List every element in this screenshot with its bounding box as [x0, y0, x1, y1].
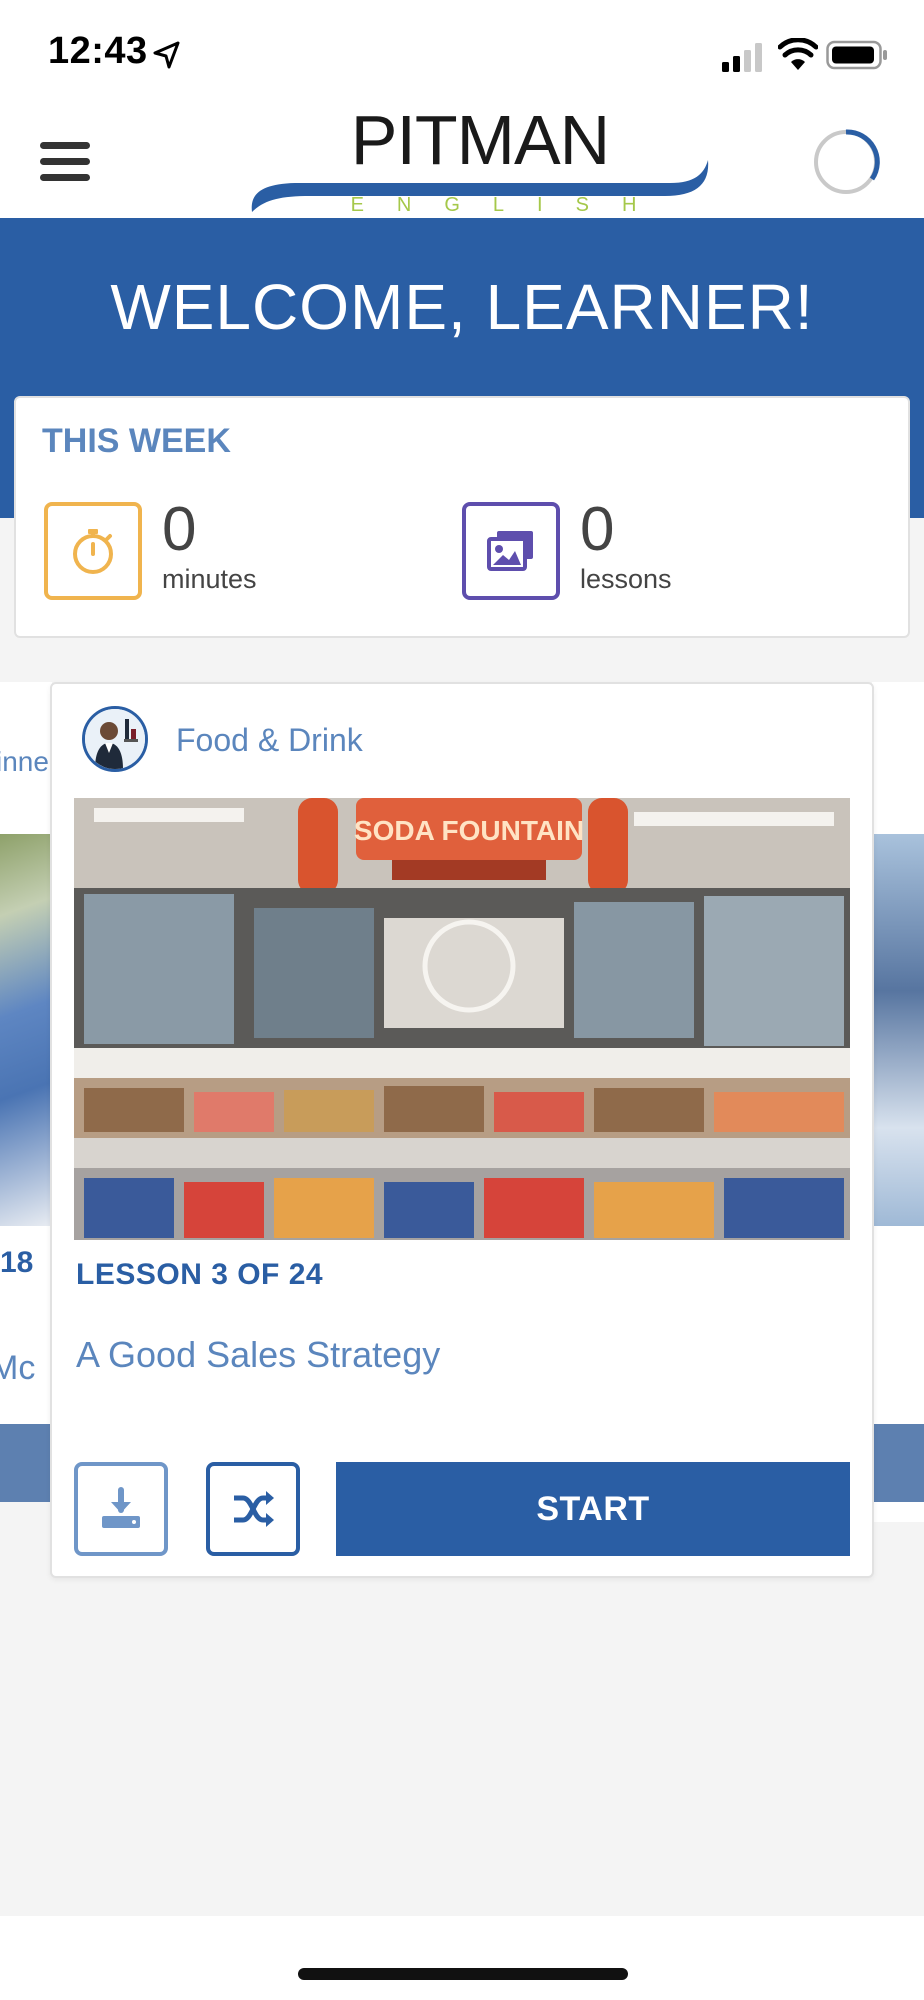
- soda-fountain-sign: SODA FOUNTAIN: [354, 815, 584, 846]
- lesson-card[interactable]: Food & Drink SODA FOUNTAIN LESSON 3 OF 2…: [50, 682, 874, 1578]
- prev-card-category: inne: [0, 746, 49, 777]
- logo-subtitle: ENGLISH: [350, 194, 670, 216]
- images-icon: [487, 531, 533, 571]
- lesson-title[interactable]: A Good Sales Strategy: [76, 1334, 440, 1376]
- bottom-safe-area: [0, 1916, 924, 2000]
- prev-card-start-button[interactable]: [0, 1424, 52, 1502]
- lessons-value: 0: [580, 495, 615, 564]
- minutes-value: 0: [162, 495, 197, 564]
- welcome-title: WELCOME, LEARNER!: [110, 271, 814, 343]
- hamburger-menu-icon[interactable]: [38, 138, 92, 184]
- battery-icon: [826, 40, 887, 70]
- next-card-start-button[interactable]: [872, 1424, 924, 1502]
- prev-card-lesson-count: 18: [0, 1246, 34, 1279]
- shuffle-icon: [234, 1491, 274, 1527]
- category-label: Food & Drink: [176, 722, 363, 758]
- lessons-label: lessons: [580, 564, 672, 594]
- app-header: PITMAN ENGLISH: [0, 100, 924, 218]
- prev-card-title: - Mc: [0, 1310, 36, 1387]
- cellular-signal-icon: [722, 43, 762, 72]
- carousel-prev-card[interactable]: inne 18 - Mc: [0, 682, 52, 1502]
- this-week-heading: THIS WEEK: [42, 422, 231, 460]
- download-icon: [102, 1487, 140, 1528]
- minutes-stat-box: [44, 502, 142, 600]
- start-button[interactable]: START: [336, 1462, 850, 1556]
- stopwatch-icon: [73, 529, 113, 574]
- status-time: 12:43: [48, 30, 148, 72]
- minutes-label: minutes: [162, 564, 257, 594]
- shuffle-button[interactable]: [206, 1462, 300, 1556]
- prev-card-image: [0, 834, 52, 1226]
- lesson-image: SODA FOUNTAIN: [74, 798, 850, 1240]
- lesson-count: LESSON 3 OF 24: [76, 1258, 324, 1291]
- download-button[interactable]: [74, 1462, 168, 1556]
- wifi-icon: [778, 38, 818, 70]
- pitman-english-logo: PITMAN ENGLISH: [240, 100, 720, 218]
- waiter-avatar-icon: [82, 706, 148, 772]
- this-week-card: THIS WEEK 0 minutes 0 lessons: [14, 396, 910, 638]
- progress-ring-icon[interactable]: [812, 128, 880, 196]
- lessons-stat-box: [462, 502, 560, 600]
- home-indicator[interactable]: [298, 1968, 628, 1980]
- location-arrow-icon: [153, 41, 180, 69]
- next-card-image: [872, 834, 924, 1226]
- carousel-next-card[interactable]: [872, 682, 924, 1522]
- status-bar: 12:43: [0, 0, 924, 100]
